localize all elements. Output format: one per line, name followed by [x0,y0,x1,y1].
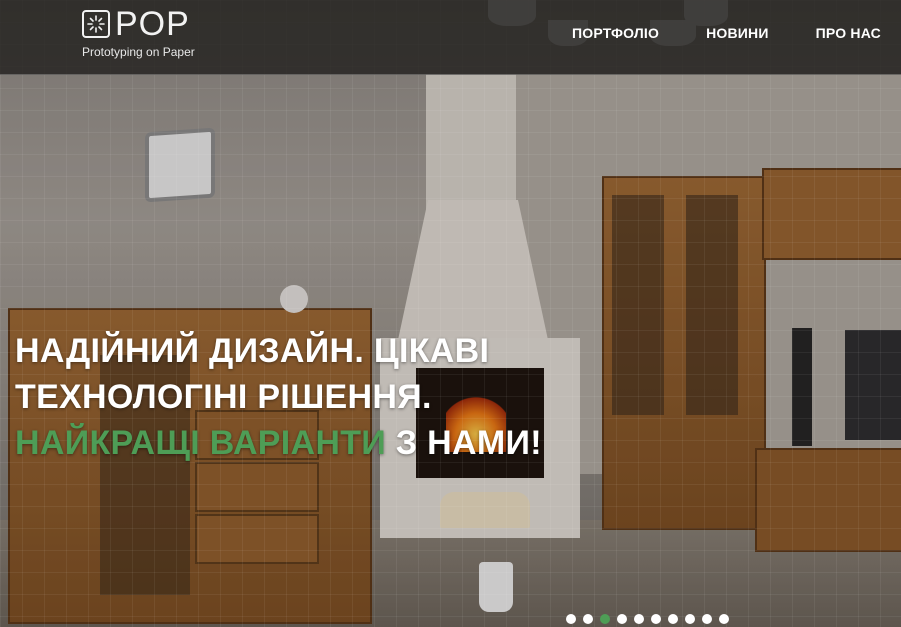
headline-line-2: ТЕХНОЛОГІНІ РІШЕННЯ. [15,378,432,416]
logo-wordmark: POP [115,5,190,43]
carousel-dot[interactable] [566,614,576,624]
logo[interactable]: POP Prototyping on Paper [82,5,222,62]
nav-news[interactable]: НОВИНИ [706,25,769,41]
nav-about[interactable]: ПРО НАС [816,25,881,41]
logo-tagline: Prototyping on Paper [82,45,195,59]
logo-mark-icon [82,10,110,38]
carousel-dot[interactable] [651,614,661,624]
grid-overlay [0,0,901,627]
carousel-dot[interactable] [668,614,678,624]
carousel-dot[interactable] [685,614,695,624]
carousel-dot[interactable] [600,614,610,624]
carousel-dot[interactable] [634,614,644,624]
hero-headline: НАДІЙНИЙ ДИЗАЙН. ЦІКАВІ ТЕХНОЛОГІНІ РІШЕ… [15,328,655,466]
carousel-dot[interactable] [702,614,712,624]
hero-background [0,0,901,627]
headline-line-1: НАДІЙНИЙ ДИЗАЙН. ЦІКАВІ [15,332,490,370]
headline-tail: З НАМИ! [386,424,542,462]
nav-portfolio[interactable]: ПОРТФОЛІО [572,25,659,41]
carousel-dot[interactable] [617,614,627,624]
headline-accent: НАЙКРАЩІ ВАРІАНТИ [15,424,387,462]
main-nav: ПОРТФОЛІО НОВИНИ ПРО НАС [572,25,881,41]
carousel-dot[interactable] [719,614,729,624]
site-header: POP Prototyping on Paper ПОРТФОЛІО НОВИН… [0,0,901,75]
carousel-dots [566,614,729,624]
carousel-dot[interactable] [583,614,593,624]
